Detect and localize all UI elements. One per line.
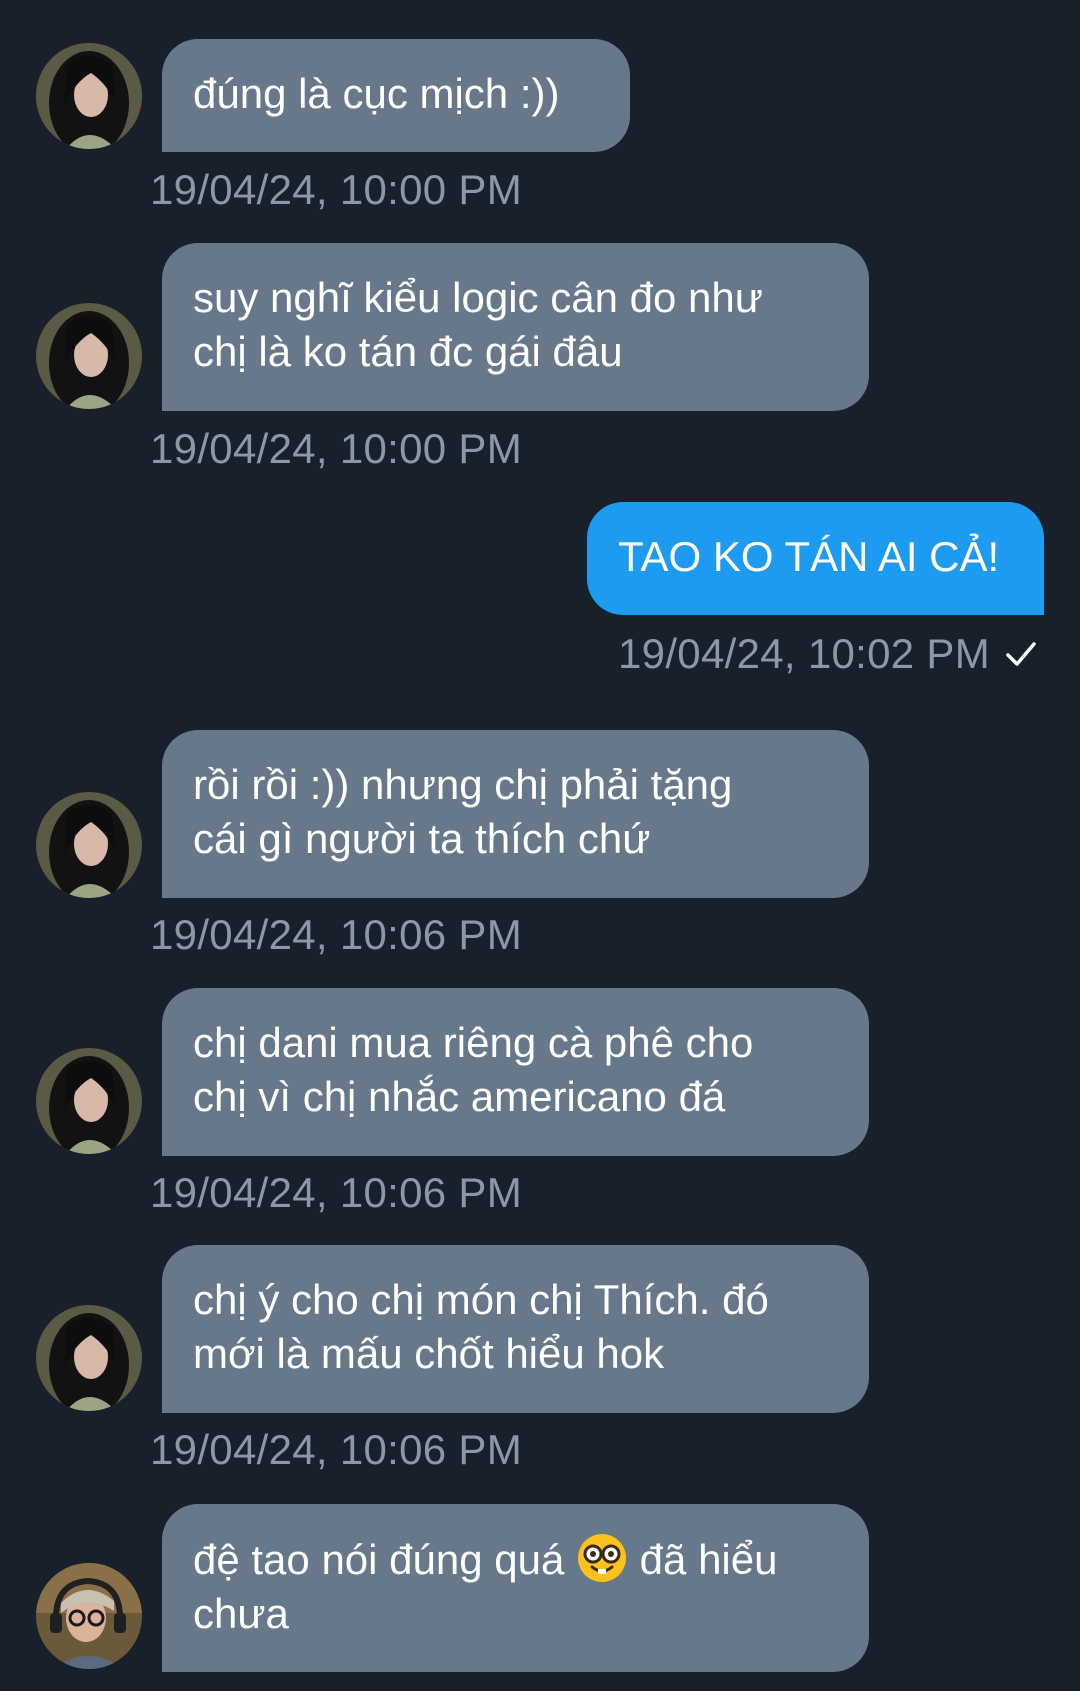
chat-thread[interactable]: đúng là cục mịch :)) 19/04/24, 10:00 PM … xyxy=(0,0,1080,1691)
avatar-image-icon xyxy=(36,1048,142,1154)
message-timestamp: 19/04/24, 10:06 PM xyxy=(150,911,522,958)
message-timestamp: 19/04/24, 10:06 PM xyxy=(150,1426,522,1473)
message-timestamp: 19/04/24, 10:00 PM xyxy=(150,425,522,472)
message-timestamp: 19/04/24, 10:06 PM xyxy=(150,1169,522,1216)
message-time-text: 19/04/24, 10:02 PM xyxy=(618,630,990,677)
nerd-face-emoji xyxy=(578,1534,627,1582)
message-bubble[interactable]: chị dani mua riêng cà phê cho chị vì chị… xyxy=(162,988,869,1156)
headphones-avatar[interactable] xyxy=(36,1563,142,1669)
message-bubble[interactable]: đúng là cục mịch :)) xyxy=(162,39,630,152)
girl-avatar[interactable] xyxy=(36,303,142,409)
avatar-image-icon xyxy=(36,792,142,898)
avatar-image-icon xyxy=(36,1305,142,1411)
message-bubble[interactable]: TAO KO TÁN AI CẢ! xyxy=(587,502,1044,615)
message-timestamp: 19/04/24, 10:02 PM xyxy=(618,630,1038,678)
girl-avatar[interactable] xyxy=(36,792,142,898)
avatar-image-icon xyxy=(36,303,142,409)
check-icon xyxy=(1006,642,1036,666)
message-bubble[interactable]: đệ tao nói đúng quá đã hiểu chưa xyxy=(162,1504,869,1672)
message-bubble[interactable]: chị ý cho chị món chị Thích. đó mới là m… xyxy=(162,1245,869,1413)
message-bubble[interactable]: suy nghĩ kiểu logic cân đo như chị là ko… xyxy=(162,243,869,411)
girl-avatar[interactable] xyxy=(36,43,142,149)
avatar-image-icon xyxy=(36,43,142,149)
girl-avatar[interactable] xyxy=(36,1305,142,1411)
girl-avatar[interactable] xyxy=(36,1048,142,1154)
avatar-image-icon xyxy=(36,1563,142,1669)
message-text: đệ tao nói đúng quá xyxy=(193,1536,577,1583)
message-bubble[interactable]: rồi rồi :)) nhưng chị phải tặng cái gì n… xyxy=(162,730,869,898)
message-timestamp: 19/04/24, 10:00 PM xyxy=(150,166,522,213)
